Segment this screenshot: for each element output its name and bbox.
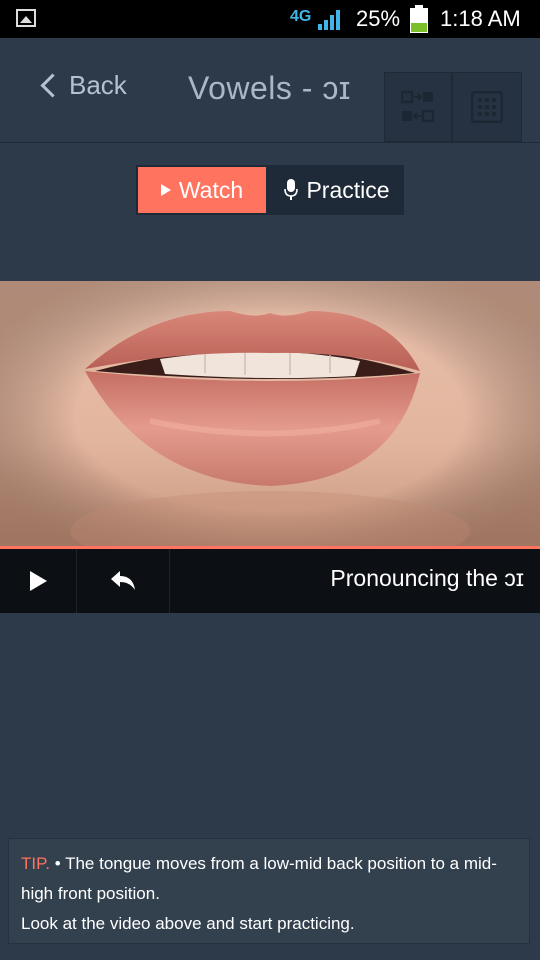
video-player[interactable] [0, 281, 540, 548]
chevron-left-icon [40, 73, 65, 98]
gallery-notification-icon [16, 9, 36, 27]
microphone-icon [284, 179, 299, 200]
compare-icon [401, 90, 435, 123]
replay-icon [111, 571, 135, 590]
video-controls: Pronouncing the ɔɪ [0, 549, 540, 613]
signal-icon [318, 10, 340, 30]
tip-label: TIP. [21, 854, 50, 873]
tip-text-2: Look at the video above and start practi… [21, 914, 355, 933]
tip-text-1: • The tongue moves from a low-mid back p… [21, 854, 497, 903]
play-button[interactable] [0, 549, 77, 613]
compare-button[interactable] [384, 72, 452, 142]
back-label: Back [69, 70, 127, 100]
watch-label: Watch [178, 176, 244, 203]
replay-button[interactable] [77, 549, 170, 613]
mouth-video-frame [0, 281, 540, 548]
practice-tab[interactable]: Practice [270, 167, 404, 213]
play-icon [29, 571, 47, 591]
clock: 1:18 AM [440, 6, 521, 31]
network-type: 4G [290, 8, 312, 25]
page-title: Vowels - ɔɪ [188, 70, 351, 106]
play-icon [160, 184, 171, 196]
back-button[interactable]: Back [40, 70, 127, 101]
mode-toggle: Watch Practice [136, 165, 404, 215]
watch-tab[interactable]: Watch [138, 167, 266, 213]
grid-icon [471, 91, 503, 123]
video-caption: Pronouncing the ɔɪ [330, 565, 524, 591]
battery-icon [410, 5, 428, 33]
tip-box: TIP. • The tongue moves from a low-mid b… [8, 838, 530, 944]
practice-label: Practice [306, 176, 390, 203]
grid-menu-button[interactable] [452, 72, 522, 142]
battery-percent: 25% [356, 6, 401, 31]
status-bar: 4G 25% 1:18 AM [0, 0, 540, 38]
